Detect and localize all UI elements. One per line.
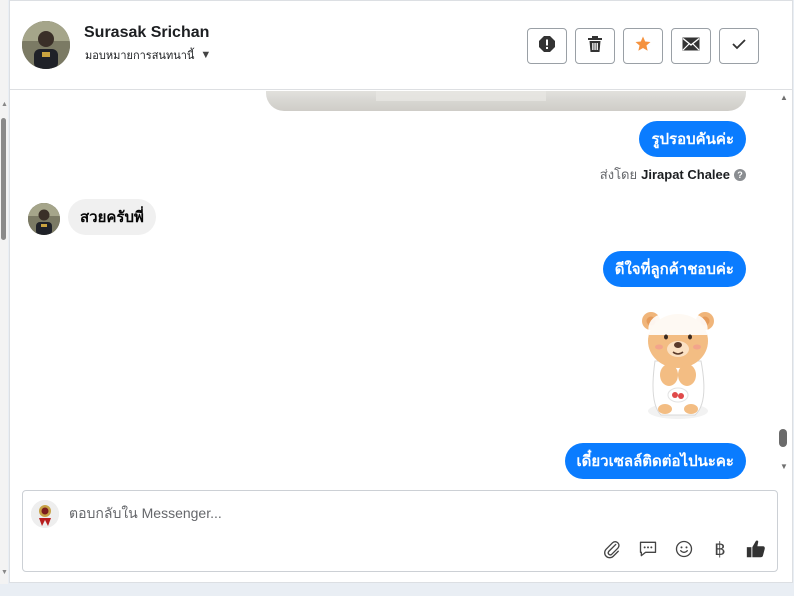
star-icon [634,35,652,58]
saved-reply-icon[interactable] [637,538,659,560]
sent-by-prefix: ส่งโดย [599,167,638,182]
message-thread[interactable]: รูปรอบคันค่ะ ส่งโดย Jirapat Chalee ? สวย… [10,91,780,479]
assign-conversation-dropdown[interactable]: มอบหมายการสนทนานี้ ▼ [85,46,211,64]
composer-tools: ฿ [601,538,767,560]
mark-done-button[interactable] [719,28,759,64]
envelope-icon [682,37,700,56]
outgoing-message[interactable]: ดีใจที่ลูกค้าชอบค่ะ [602,251,746,287]
conversation-panel: Surasak Srichan มอบหมายการสนทนานี้ ▼ รูป… [9,0,793,583]
trash-icon [587,35,603,58]
scroll-down-arrow-icon[interactable]: ▼ [1,569,8,576]
conversation-actions [527,28,759,64]
outer-scroll-thumb[interactable] [1,118,6,240]
mark-unread-button[interactable] [671,28,711,64]
scroll-up-arrow-icon[interactable]: ▲ [1,101,8,108]
thumbs-up-icon[interactable] [745,538,767,560]
contact-avatar-small[interactable] [28,203,60,235]
thread-scroll-up-icon[interactable]: ▲ [780,93,788,102]
emoji-icon[interactable] [673,538,695,560]
help-icon[interactable]: ? [734,168,746,181]
conversation-header: Surasak Srichan มอบหมายการสนทนานี้ ▼ [10,1,792,90]
baht-icon[interactable]: ฿ [709,538,731,560]
mark-spam-button[interactable] [527,28,567,64]
sent-by-label: ส่งโดย Jirapat Chalee ? [600,164,746,185]
paperclip-icon[interactable] [601,538,623,560]
thread-scrollbar[interactable]: ▲ ▼ [778,93,792,477]
caret-down-icon: ▼ [200,49,212,61]
delete-button[interactable] [575,28,615,64]
reply-composer: ฿ [22,490,778,572]
thread-scroll-thumb[interactable] [779,429,787,447]
sent-by-agent: Jirapat Chalee [641,167,730,182]
thread-scroll-down-icon[interactable]: ▼ [780,462,788,471]
image-attachment[interactable] [266,91,746,111]
outer-scrollbar[interactable]: ▲ ▼ [0,0,8,584]
page-avatar [31,500,59,528]
outgoing-message[interactable]: เดี๋ยวเซลล์ติดต่อไปนะคะ [564,443,746,479]
outgoing-message[interactable]: รูปรอบคันค่ะ [639,121,746,157]
incoming-message[interactable]: สวยครับพี่ [68,199,156,235]
assign-label: มอบหมายการสนทนานี้ [85,50,195,62]
alert-icon [538,35,556,58]
reply-input[interactable] [69,505,719,521]
bear-sticker-icon[interactable] [635,303,721,423]
star-button[interactable] [623,28,663,64]
contact-avatar[interactable] [22,21,70,69]
contact-name: Surasak Srichan [84,24,210,41]
check-icon [731,37,747,56]
